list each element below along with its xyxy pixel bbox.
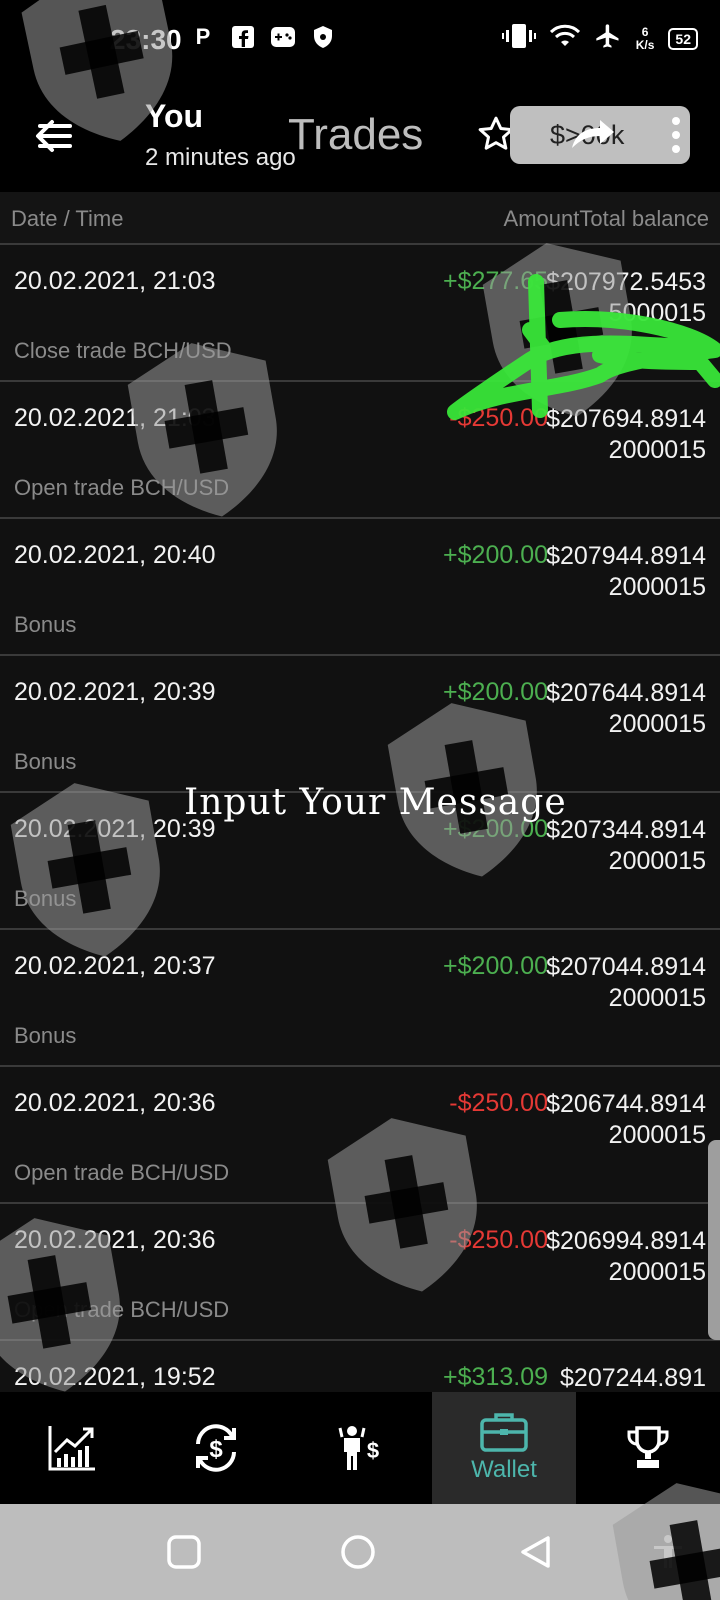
table-row[interactable]: 20.02.2021, 20:37 +$200.00 $207044.8914200… (0, 930, 720, 1067)
row-description: Bonus (14, 886, 77, 911)
column-amount: Amount (503, 206, 580, 231)
circle-icon (341, 1535, 375, 1569)
row-balance: $207694.89142000015 (546, 405, 706, 464)
row-date: 20.02.2021, 20:36 (14, 1226, 216, 1254)
row-balance: $207972.54535000015 (546, 268, 706, 327)
row-date: 20.02.2021, 20:39 (14, 678, 216, 706)
game-controller-icon (270, 24, 296, 50)
person-dollar-icon: $ (338, 1426, 379, 1470)
chart-icon (48, 1426, 95, 1471)
row-balance: $206744.89142000015 (546, 1090, 706, 1149)
parking-icon: P (195, 24, 211, 49)
triangle-back-icon (521, 1536, 550, 1568)
nav-trophy[interactable] (576, 1392, 720, 1504)
svg-text:$: $ (209, 1436, 223, 1463)
row-description: Bonus (14, 1023, 77, 1048)
row-date: 20.02.2021, 20:40 (14, 541, 216, 569)
nav-affiliate[interactable]: $ (288, 1392, 432, 1504)
nav-wallet[interactable]: Wallet (432, 1392, 576, 1504)
balance-pill[interactable]: $>00k (510, 106, 690, 164)
row-date: 20.02.2021, 20:36 (14, 1089, 216, 1117)
accessibility-icon (654, 1535, 682, 1568)
table-row[interactable]: 20.02.2021, 20:40 +$200.00 $207944.8914200… (0, 519, 720, 656)
row-amount: +$200.00 (443, 541, 548, 569)
row-date: 20.02.2021, 21:03 (14, 404, 216, 432)
network-speed: 6 K/s (635, 24, 655, 52)
share-arrow-icon[interactable] (570, 116, 616, 152)
sent-time: 2 minutes ago (145, 144, 296, 171)
facebook-icon (230, 24, 256, 50)
menu-back-button[interactable] (34, 114, 78, 158)
row-amount: -$250.00 (449, 1089, 548, 1117)
row-balance: $207044.89142000015 (546, 953, 706, 1012)
row-balance: $207644.89142000015 (546, 679, 706, 738)
system-status-icons: 6 K/s 52 (501, 22, 698, 55)
sender-name: You (145, 98, 204, 134)
menu-arrow-icon (36, 120, 72, 152)
table-row[interactable]: 20.02.2021, 21:03 -$250.00 $207694.8914200… (0, 382, 720, 519)
row-amount: +$200.00 (443, 678, 548, 706)
row-amount: -$250.00 (449, 404, 548, 432)
row-description: Open trade BCH/USD (14, 1297, 230, 1322)
table-row[interactable]: 20.02.2021, 20:36 -$250.00 $206994.8914200… (0, 1204, 720, 1341)
table-row[interactable]: 20.02.2021, 20:36 -$250.00 $206744.8914200… (0, 1067, 720, 1204)
exchange-dollar-icon: $ (196, 1424, 236, 1472)
edge-panel-handle[interactable] (708, 1140, 720, 1340)
net-speed-unit: K/s (635, 37, 655, 52)
vibrate-icon (501, 23, 536, 54)
more-options-icon[interactable] (672, 117, 680, 153)
nav-exchange[interactable]: $ (144, 1392, 288, 1504)
row-amount: +$277.65 (443, 267, 548, 295)
trophy-icon (627, 1426, 669, 1468)
row-description: Bonus (14, 612, 77, 637)
bottom-navigation: $ $ Wallet (0, 1392, 720, 1504)
app-header: Trades You 2 minutes ago $>00k (0, 84, 720, 192)
status-time: 23:30 (110, 24, 182, 55)
wallet-icon (480, 1413, 528, 1452)
row-balance: $207244.891 (560, 1364, 706, 1392)
battery-icon: 52 (668, 27, 698, 50)
row-amount: +$200.00 (443, 952, 548, 980)
home-button[interactable] (340, 1534, 376, 1570)
status-bar: 23:30 P 6 K/s 52 (0, 0, 720, 84)
row-balance: $207944.89142000015 (546, 542, 706, 601)
column-amount-total: AmountTotal balance (504, 206, 709, 232)
row-description: Bonus (14, 749, 77, 774)
back-button[interactable] (518, 1534, 554, 1570)
square-icon (167, 1535, 201, 1569)
nav-wallet-label: Wallet (471, 1456, 537, 1483)
row-amount: -$250.00 (449, 1226, 548, 1254)
column-date-time: Date / Time (11, 206, 124, 231)
recents-button[interactable] (166, 1534, 202, 1570)
overlay-message: Input Your Message (184, 782, 567, 823)
accessibility-button[interactable] (650, 1534, 686, 1570)
row-balance: $207344.89142000015 (546, 816, 706, 875)
airplane-icon (594, 22, 622, 55)
column-total-balance: Total balance (579, 206, 709, 231)
notification-icons: P (190, 24, 336, 50)
row-description: Open trade BCH/USD (14, 475, 230, 500)
page-title: Trades (288, 110, 424, 159)
table-row[interactable]: 20.02.2021, 19:52 +$313.09 $207244.891 (0, 1341, 720, 1392)
table-header: Date / Time AmountTotal balance (0, 192, 720, 245)
nav-chart[interactable] (0, 1392, 144, 1504)
table-row[interactable]: 20.02.2021, 21:03 +$277.65 $207972.5453500… (0, 245, 720, 382)
system-navigation-bar (0, 1504, 720, 1600)
row-date: 20.02.2021, 19:52 (14, 1363, 216, 1391)
row-date: 20.02.2021, 21:03 (14, 267, 216, 295)
net-speed-value: 6 (641, 24, 649, 39)
shield-dot-icon (310, 24, 336, 50)
svg-text:$: $ (367, 1438, 379, 1463)
wifi-icon (549, 24, 580, 53)
row-description: Open trade BCH/USD (14, 1160, 230, 1185)
row-description: Close trade BCH/USD (14, 338, 232, 363)
row-date: 20.02.2021, 20:37 (14, 952, 216, 980)
row-amount: +$313.09 (443, 1363, 548, 1391)
row-balance: $206994.89142000015 (546, 1227, 706, 1286)
table-row[interactable]: 20.02.2021, 20:39 +$200.00 $207644.8914200… (0, 656, 720, 793)
